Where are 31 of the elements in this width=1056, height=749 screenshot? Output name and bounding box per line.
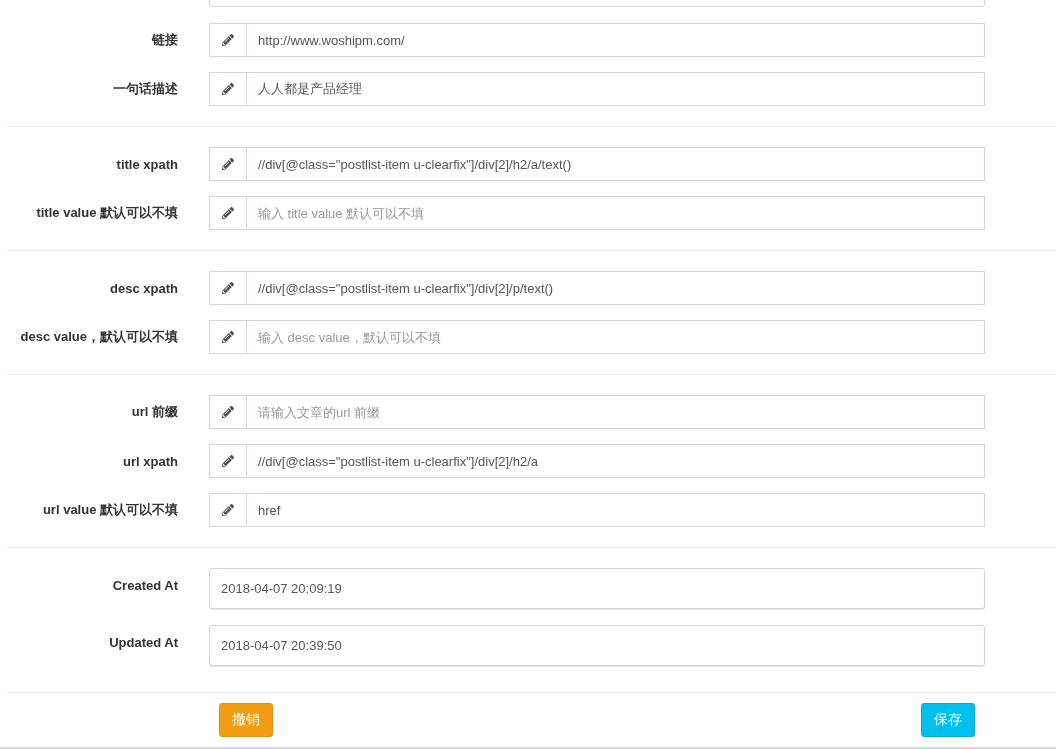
input-field[interactable]: 2018-04-07 20:39:50 <box>209 625 985 666</box>
input-field[interactable]: //div[@class="postlist-item u-clearfix"]/div[2]/p/text() <box>246 271 985 305</box>
field-label: url 前缀 <box>130 403 178 421</box>
input-field[interactable]: 输入 title value 默认可以不填 <box>246 196 985 230</box>
input-field[interactable]: 请输入文章的url 前缀 <box>246 395 985 429</box>
input-field[interactable]: 输入 desc value，默认可以不填 <box>246 320 985 354</box>
pencil-icon <box>209 196 246 230</box>
input-field[interactable]: href <box>246 493 985 527</box>
pencil-icon <box>209 271 246 305</box>
field-label: desc xpath <box>109 280 178 296</box>
field-label: Updated At <box>108 634 178 650</box>
pencil-icon <box>209 23 246 57</box>
field-label: desc value，默认可以不填 <box>19 328 178 346</box>
input-field[interactable]: //div[@class="postlist-item u-clearfix"]/div[2]/h2/a/text() <box>246 147 985 181</box>
pencil-icon <box>209 444 246 478</box>
input-field[interactable]: 2018-04-07 20:09:19 <box>209 568 985 609</box>
field-label: 链接 <box>150 31 178 49</box>
pencil-icon <box>209 147 246 181</box>
pencil-icon <box>209 320 246 354</box>
pencil-icon <box>209 72 246 106</box>
field-label: title xpath <box>115 156 178 172</box>
field-label: 一句话描述 <box>112 80 178 98</box>
field-label: Created At <box>111 577 178 593</box>
pencil-icon <box>209 395 246 429</box>
input-field[interactable]: http://www.woshipm.com/ <box>246 23 985 57</box>
input-field[interactable]: //div[@class="postlist-item u-clearfix"]/div[2]/h2/a <box>246 444 985 478</box>
pencil-icon <box>209 493 246 527</box>
input-field[interactable]: 人人都是产品经理 <box>246 72 985 106</box>
field-label: url xpath <box>122 453 178 469</box>
field-label: title value 默认可以不填 <box>35 204 178 222</box>
field-label: url value 默认可以不填 <box>41 501 178 519</box>
